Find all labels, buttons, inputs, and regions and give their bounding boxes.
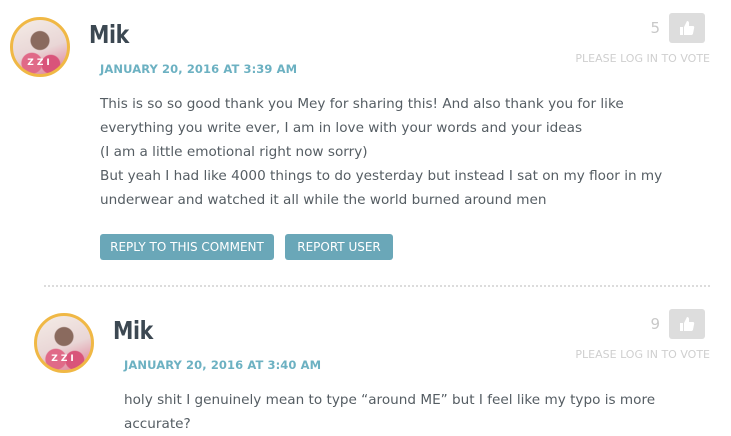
thumbs-up-icon bbox=[680, 21, 695, 35]
comment-timestamp[interactable]: JANUARY 20, 2016 AT 3:40 AM bbox=[124, 358, 321, 372]
login-to-vote-note: PLEASE LOG IN TO VOTE bbox=[575, 348, 710, 361]
comment-body-line: holy shit I genuinely mean to type “arou… bbox=[124, 392, 656, 432]
avatar-image-detail: ZZI bbox=[51, 354, 77, 364]
comment-body: holy shit I genuinely mean to type “arou… bbox=[124, 388, 724, 436]
comment-divider bbox=[44, 285, 710, 287]
avatar[interactable]: ZZI bbox=[10, 17, 70, 77]
comment-author: Mik bbox=[89, 20, 129, 49]
upvote-button[interactable] bbox=[669, 309, 705, 339]
comment-timestamp[interactable]: JANUARY 20, 2016 AT 3:39 AM bbox=[100, 62, 297, 76]
comment-body: This is so so good thank you Mey for sha… bbox=[100, 92, 700, 212]
thumbs-up-icon bbox=[680, 317, 695, 331]
login-to-vote-note: PLEASE LOG IN TO VOTE bbox=[575, 52, 710, 65]
reply-button[interactable]: REPLY TO THIS COMMENT bbox=[100, 234, 274, 260]
comment-body-line: But yeah I had like 4000 things to do ye… bbox=[100, 168, 663, 208]
comment-author: Mik bbox=[113, 316, 153, 345]
comment-body-line: This is so so good thank you Mey for sha… bbox=[100, 96, 624, 136]
avatar-image-detail: ZZI bbox=[27, 58, 53, 68]
report-user-button[interactable]: REPORT USER bbox=[285, 234, 393, 260]
comment-body-line: (I am a little emotional right now sorry… bbox=[100, 144, 368, 160]
vote-count: 5 bbox=[650, 19, 660, 37]
vote-count: 9 bbox=[650, 315, 660, 333]
upvote-button[interactable] bbox=[669, 13, 705, 43]
avatar[interactable]: ZZI bbox=[34, 313, 94, 373]
